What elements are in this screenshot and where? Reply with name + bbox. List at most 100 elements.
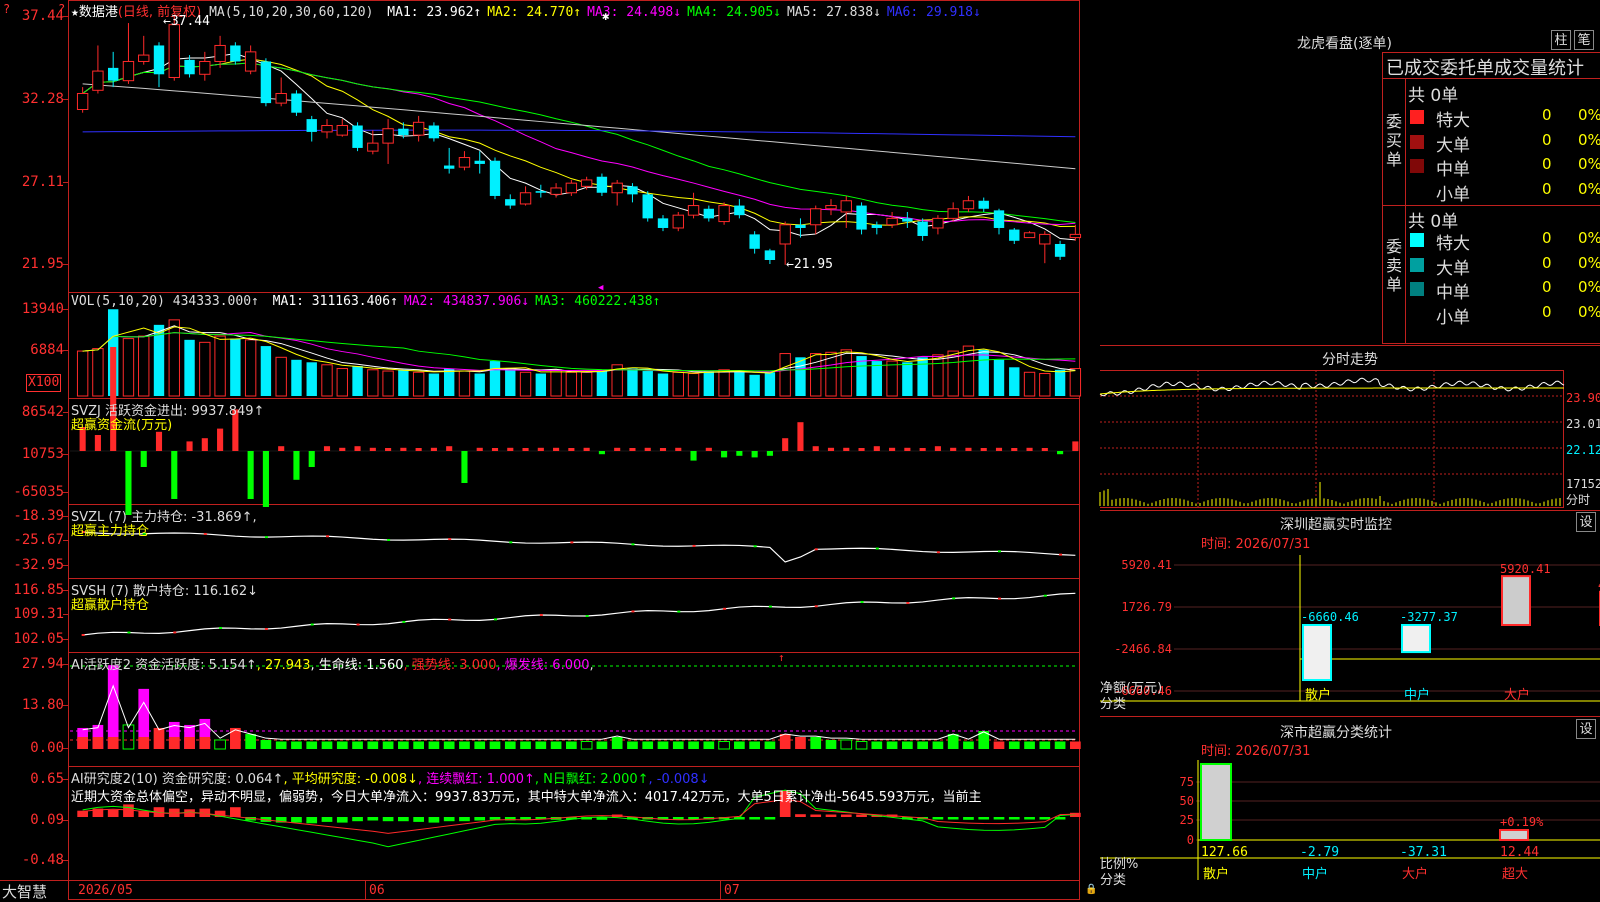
ai1-bar (92, 736, 104, 749)
ai2-header: AI研究度2(10) 资金研究度: 0.064↑, 平均研究度: -0.008↓… (71, 768, 710, 787)
ai1-bar (107, 736, 119, 749)
candle-body (1023, 232, 1036, 239)
ai1-bar (1008, 741, 1020, 749)
sz-monitor-chart[interactable]: 5920.411726.79-2466.84-6660.46-6660.46 -3… (1100, 555, 1600, 715)
candle-body (962, 200, 975, 210)
candlestick-chart[interactable]: ✱◀ (70, 0, 1082, 293)
svzj-bar (598, 451, 605, 455)
ai2-bar (672, 817, 684, 820)
ai1-bar (642, 741, 654, 749)
sz-cat-label: 大户 (1504, 687, 1530, 703)
svzj-bar (400, 447, 407, 451)
volume-bar (535, 373, 547, 396)
volume-bar (1054, 369, 1066, 396)
tick-mode-button[interactable]: 笔 (1574, 30, 1594, 50)
svzj-bar (858, 448, 865, 451)
svzj-bar (537, 447, 544, 451)
ai1-bar (672, 741, 684, 749)
svzl-dot (936, 551, 940, 554)
vol-ma-value: MA3: 460222.438↑ (535, 294, 661, 309)
lock-icon[interactable]: 🔒 (1085, 882, 1097, 898)
svsh-dot (173, 631, 177, 634)
intraday-chart[interactable] (1099, 370, 1565, 508)
candle-body (535, 191, 547, 193)
sc-ratio-label: 比例% (1100, 857, 1139, 872)
ai2-bar (474, 817, 486, 821)
svsh-dot (494, 618, 497, 621)
svzl-dot (1059, 553, 1063, 556)
svzj-bar (568, 448, 575, 451)
svsh-dot (677, 610, 681, 613)
volume-bar (76, 350, 89, 397)
sz-settings-button[interactable]: 设 (1576, 512, 1596, 532)
ai1-bar (1070, 741, 1081, 749)
svzl-dot (631, 543, 635, 546)
candle-body (687, 205, 700, 216)
volume-bar (367, 369, 379, 397)
y-tick (63, 350, 68, 351)
candle-body (627, 186, 638, 195)
svsh-dot (81, 634, 85, 636)
svzl-dot (203, 532, 207, 535)
ai1-header-part: , 生命线: 1.560 (310, 658, 404, 673)
sc-stats-chart[interactable]: 75 50 25 0 +0.19% 127.66 -2.79 -37.31 12.44 散户 中户 大… (1100, 760, 1600, 900)
sc-settings-button[interactable]: 设 (1576, 719, 1596, 739)
sc-time: 时间: 2026/07/31 (1201, 744, 1311, 759)
order-type-label: 小单 (1436, 307, 1470, 328)
volume-bar (168, 319, 180, 397)
y-tick (63, 99, 68, 100)
sc-cat-label: 大户 (1402, 866, 1428, 882)
y-tick (63, 309, 68, 310)
ai2-header-part: , 连续飘红: 1.000↑ (418, 772, 535, 787)
y-axis-label: 6884 (30, 342, 64, 358)
svsh-dot (906, 602, 910, 605)
bar-mode-button[interactable]: 柱 (1551, 30, 1571, 50)
svsh-dot (356, 623, 360, 626)
y-axis-label: 27.11 (21, 174, 64, 190)
svzj-bar (919, 448, 926, 451)
svzj-bar (476, 447, 483, 451)
volume-bar (122, 338, 135, 397)
candle-body (749, 234, 760, 249)
order-count: 0 (1542, 155, 1552, 173)
svzj-bar (827, 447, 835, 451)
candle-body (840, 200, 852, 213)
svzj-bar (446, 446, 453, 451)
svzj-bar (217, 428, 224, 451)
candle-body (291, 93, 302, 113)
intraday-ylabel: 23.01 (1566, 417, 1600, 431)
ma10-line (82, 58, 1076, 228)
candle-body (795, 224, 806, 228)
y-tick (63, 16, 68, 17)
svzl-dot (264, 536, 268, 539)
svzj-bar (507, 447, 514, 451)
ai1-bar (168, 736, 180, 749)
volume-bar (687, 373, 700, 397)
ai1-bar (443, 741, 455, 749)
svzj-bar (293, 451, 300, 480)
svzj-bar (583, 447, 590, 451)
color-swatch (1410, 257, 1424, 272)
svzj-bar (262, 451, 269, 507)
ai2-bar (764, 817, 776, 820)
volume-bar (642, 371, 653, 396)
svzj-bar (843, 447, 850, 451)
y-axis-label: -25.67 (13, 532, 64, 548)
order-pct: 0% (1578, 253, 1600, 272)
candle-body (76, 92, 89, 111)
volume-bar (902, 362, 913, 396)
ai1-bar (260, 739, 272, 749)
svzl-dot (753, 545, 757, 548)
sz-time: 时间: 2026/07/31 (1201, 537, 1311, 552)
candle-body (764, 250, 776, 260)
volume-bar (580, 371, 593, 397)
ai2-bar (428, 817, 440, 823)
ma5-line (82, 52, 1076, 241)
ai2-bar (230, 807, 241, 817)
ai1-bar (947, 733, 959, 749)
volume-bar (138, 335, 150, 397)
dragon-title: 龙虎看盘(逐单) (1297, 36, 1392, 52)
ai2-bar (306, 817, 318, 824)
svzj-bar (1041, 448, 1048, 451)
sz-cat-label: 分类 (1100, 697, 1127, 712)
